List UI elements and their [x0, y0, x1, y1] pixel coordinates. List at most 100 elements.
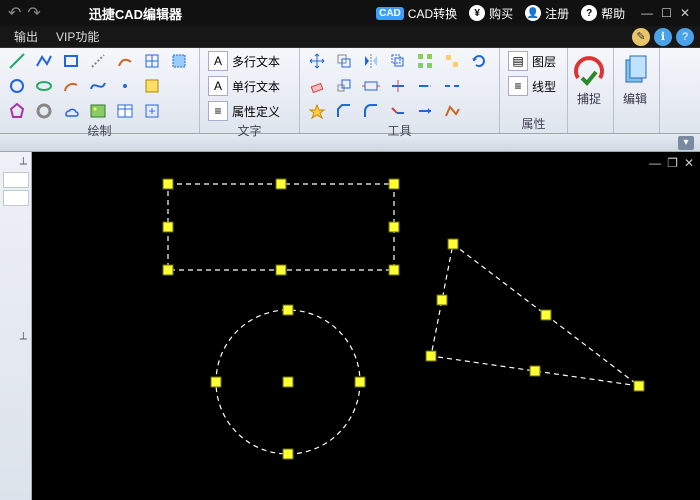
grip-handle[interactable]	[283, 449, 293, 459]
insert-tool[interactable]: +	[141, 100, 163, 122]
ribbon-group-draw: + 绘制	[0, 48, 200, 133]
copy-tool[interactable]	[333, 50, 355, 72]
array-tool[interactable]	[414, 50, 436, 72]
grip-handle[interactable]	[426, 351, 436, 361]
grip-handle[interactable]	[389, 179, 399, 189]
panel-tab[interactable]	[3, 190, 29, 206]
note-icon[interactable]: ✎	[632, 28, 650, 46]
rectangle-tool[interactable]	[60, 50, 82, 72]
grip-handle[interactable]	[276, 179, 286, 189]
ribbon-collapse-button[interactable]: ▾	[678, 136, 694, 150]
attrdef-button[interactable]: ≡属性定义	[206, 100, 293, 122]
grip-handle[interactable]	[283, 305, 293, 315]
panel-tab[interactable]	[3, 172, 29, 188]
register-link[interactable]: 👤 注册	[525, 5, 569, 22]
mirror-tool[interactable]	[360, 50, 382, 72]
cad-convert-link[interactable]: CAD CAD转换	[376, 5, 457, 22]
grip-handle[interactable]	[276, 265, 286, 275]
grip-handle[interactable]	[541, 310, 551, 320]
move-tool[interactable]	[306, 50, 328, 72]
explode-tool[interactable]	[306, 100, 328, 122]
cloud-tool[interactable]	[60, 100, 82, 122]
table-tool[interactable]	[114, 100, 136, 122]
redo-icon[interactable]: ↷	[27, 3, 40, 23]
align-tool[interactable]	[441, 50, 463, 72]
help-link[interactable]: ? 帮助	[581, 5, 625, 22]
line-tool[interactable]	[6, 50, 28, 72]
chamfer-tool[interactable]	[333, 100, 355, 122]
selected-triangle[interactable]	[431, 244, 639, 386]
selected-rectangle[interactable]	[168, 184, 394, 270]
block-tool[interactable]	[141, 75, 163, 97]
capture-button[interactable]: 捕捉	[568, 48, 610, 107]
pin-icon[interactable]: ⟂	[20, 155, 27, 168]
image-tool[interactable]	[87, 100, 109, 122]
spline-tool[interactable]	[87, 75, 109, 97]
arc-tool[interactable]	[60, 75, 82, 97]
grip-handle[interactable]	[355, 377, 365, 387]
grip-handle[interactable]	[389, 265, 399, 275]
ray-tool[interactable]	[87, 50, 109, 72]
buy-link[interactable]: ¥ 购买	[469, 5, 513, 22]
undo-icon[interactable]: ↶	[8, 3, 21, 23]
circle-tool[interactable]	[6, 75, 28, 97]
edit-button[interactable]: 编辑	[614, 48, 656, 107]
menu-output[interactable]: 输出	[14, 28, 38, 45]
offset-tool[interactable]	[387, 50, 409, 72]
fillet-tool[interactable]	[360, 100, 382, 122]
minimize-button[interactable]: —	[641, 6, 653, 20]
menu-vip[interactable]: VIP功能	[56, 28, 99, 45]
grip-handle[interactable]	[634, 381, 644, 391]
drawing-canvas[interactable]: — ❐ ✕	[32, 152, 700, 500]
titlebar: ↶ ↷ 迅捷CAD编辑器 CAD CAD转换 ¥ 购买 👤 注册 ? 帮助 — …	[0, 0, 700, 26]
grip-handle[interactable]	[530, 366, 540, 376]
workspace: ⟂ ⟂ — ❐ ✕	[0, 152, 700, 500]
grip-handle[interactable]	[389, 222, 399, 232]
register-label: 注册	[545, 5, 569, 22]
donut-tool[interactable]	[33, 100, 55, 122]
yen-icon: ¥	[469, 5, 485, 21]
region-tool[interactable]	[168, 50, 190, 72]
grip-handle[interactable]	[283, 377, 293, 387]
grip-handle[interactable]	[163, 179, 173, 189]
question-icon[interactable]: ?	[676, 28, 694, 46]
linetype-button[interactable]: ≡线型	[506, 75, 561, 97]
lengthen-tool[interactable]	[414, 100, 436, 122]
stretch-tool[interactable]	[360, 75, 382, 97]
rotate-tool[interactable]	[468, 50, 490, 72]
mtext-button[interactable]: A多行文本	[206, 50, 293, 72]
stext-button[interactable]: A单行文本	[206, 75, 293, 97]
linetype-icon: ≡	[508, 76, 528, 96]
attrdef-label: 属性定义	[232, 103, 280, 120]
grip-handle[interactable]	[437, 295, 447, 305]
break-tool[interactable]	[441, 75, 463, 97]
grip-handle[interactable]	[163, 265, 173, 275]
edit-poly-tool[interactable]	[441, 100, 463, 122]
polygon-tool[interactable]	[6, 100, 28, 122]
grip-handle[interactable]	[211, 377, 221, 387]
ellipse-tool[interactable]	[33, 75, 55, 97]
close-button[interactable]: ✕	[680, 6, 690, 20]
erase-tool[interactable]	[306, 75, 328, 97]
extend-tool[interactable]	[414, 75, 436, 97]
join-tool[interactable]	[387, 100, 409, 122]
user-icon: 👤	[525, 5, 541, 21]
stext-label: 单行文本	[232, 78, 280, 95]
polyline-tool[interactable]	[33, 50, 55, 72]
trim-tool[interactable]	[387, 75, 409, 97]
ribbon-group-tools: 工具	[300, 48, 500, 133]
pin-icon[interactable]: ⟂	[20, 330, 27, 343]
info-icon[interactable]: ℹ	[654, 28, 672, 46]
sketch-tool[interactable]	[114, 50, 136, 72]
mtext-icon: A	[208, 51, 228, 71]
group-label-tools: 工具	[306, 122, 493, 139]
linetype-label: 线型	[532, 78, 556, 95]
maximize-button[interactable]: ☐	[661, 6, 672, 20]
grip-handle[interactable]	[448, 239, 458, 249]
hatch-tool[interactable]	[141, 50, 163, 72]
grip-handle[interactable]	[163, 222, 173, 232]
point-tool[interactable]	[114, 75, 136, 97]
scale-tool[interactable]	[333, 75, 355, 97]
edit-label: 编辑	[623, 90, 647, 107]
layer-button[interactable]: ▤图层	[506, 50, 561, 72]
